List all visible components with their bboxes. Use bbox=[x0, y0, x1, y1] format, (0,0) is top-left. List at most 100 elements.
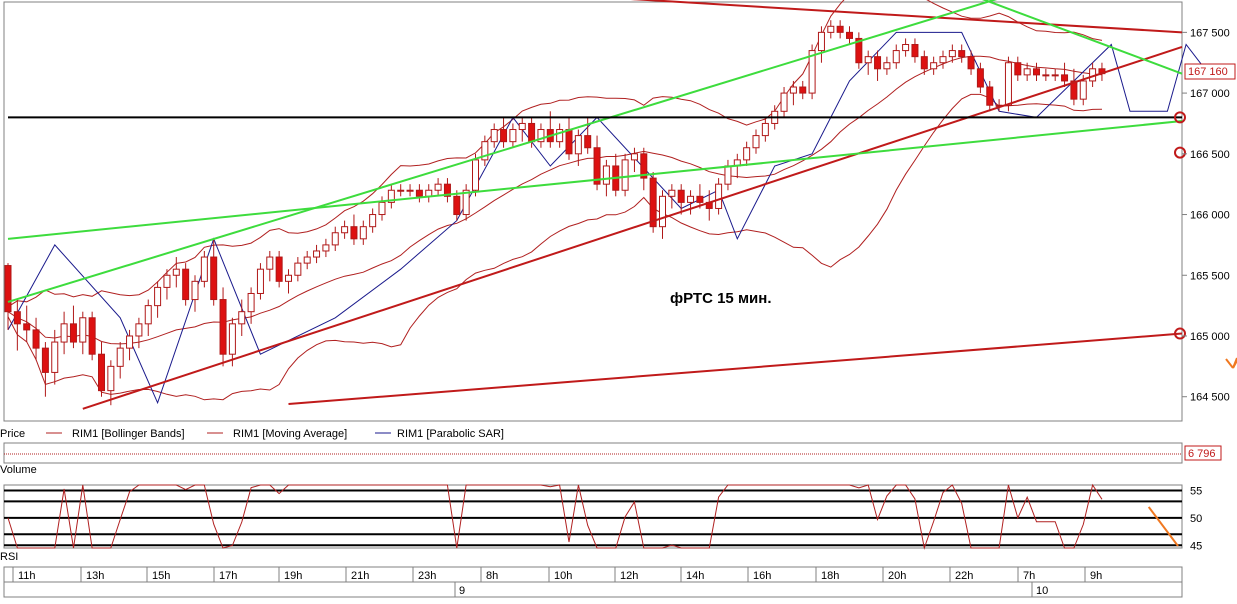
candle-body bbox=[630, 153, 638, 161]
price-tick-label: 166 000 bbox=[1190, 210, 1230, 222]
time-tick-label: 22h bbox=[955, 570, 973, 582]
candle-body bbox=[817, 31, 825, 52]
candle-body bbox=[687, 195, 695, 203]
candle-body bbox=[677, 189, 685, 203]
candle-body bbox=[574, 135, 582, 155]
chart-svg: 164 500 165 000 165 500 166 000 166 500 167 0… bbox=[0, 0, 1237, 598]
rsi-tick-label: 50 bbox=[1190, 513, 1202, 525]
candle-body bbox=[341, 226, 349, 234]
candle-body bbox=[696, 195, 704, 203]
volume-panel-frame bbox=[3, 442, 1183, 464]
rsi-tick-label: 55 bbox=[1190, 485, 1202, 497]
candle-body bbox=[565, 129, 573, 155]
time-tick-label: 18h bbox=[821, 570, 839, 582]
candle-body bbox=[182, 268, 190, 301]
candle-body bbox=[948, 50, 956, 58]
legend-price-label: Price bbox=[0, 428, 25, 440]
time-tick-label: 15h bbox=[152, 570, 170, 582]
candle-body bbox=[228, 323, 236, 355]
candle-body bbox=[724, 165, 732, 185]
time-tick-label: 11h bbox=[18, 570, 36, 582]
candle-body bbox=[116, 347, 124, 367]
time-tick-label: 20h bbox=[888, 570, 906, 582]
candle-body bbox=[892, 50, 900, 64]
candle-body bbox=[88, 317, 96, 355]
candle-body bbox=[322, 244, 330, 252]
candle-body bbox=[1014, 62, 1022, 76]
candle-body bbox=[256, 268, 264, 294]
candle-body bbox=[1051, 74, 1059, 77]
legend-item-moving-average: RIM1 [Moving Average] bbox=[233, 428, 347, 440]
candle-body bbox=[69, 323, 77, 343]
candle-body bbox=[976, 68, 984, 88]
time-tick-label: 12h bbox=[620, 570, 638, 582]
candle-body bbox=[144, 305, 152, 325]
candle-body bbox=[986, 86, 994, 106]
rsi-label: RSI bbox=[0, 551, 18, 563]
svg-text:167 160: 167 160 bbox=[1188, 66, 1228, 78]
candle-body bbox=[911, 44, 919, 58]
price-tick-label: 167 500 bbox=[1190, 27, 1230, 39]
candle-body bbox=[621, 159, 629, 191]
candle-body bbox=[275, 256, 283, 282]
candle-body bbox=[303, 256, 311, 264]
chart-annotation: фРТС 15 мин. bbox=[670, 290, 772, 307]
candle-body bbox=[79, 317, 87, 343]
candle-body bbox=[958, 50, 966, 58]
time-tick-label: 9h bbox=[1090, 570, 1102, 582]
candle-body bbox=[4, 265, 12, 313]
volume-label: Volume bbox=[0, 464, 37, 476]
candle-body bbox=[60, 323, 68, 343]
candle-body bbox=[967, 56, 975, 70]
candle-body bbox=[715, 183, 723, 209]
candle-body bbox=[743, 147, 751, 161]
time-tick-label: 13h bbox=[86, 570, 104, 582]
time-tick-label: 8h bbox=[486, 570, 498, 582]
candle-body bbox=[51, 341, 59, 373]
time-tick-label: 17h bbox=[219, 570, 237, 582]
day-tick-label: 9 bbox=[459, 585, 465, 597]
time-tick-label: 10h bbox=[554, 570, 572, 582]
volume-badge: 6 796 bbox=[1184, 445, 1222, 461]
legend-item-parabolic-sar: RIM1 [Parabolic SAR] bbox=[397, 428, 504, 440]
candle-body bbox=[154, 286, 162, 307]
candle-body bbox=[32, 329, 40, 349]
candle-body bbox=[509, 129, 517, 143]
time-tick-label: 23h bbox=[418, 570, 436, 582]
candle-body bbox=[472, 159, 479, 191]
candle-body bbox=[836, 25, 844, 33]
candle-body bbox=[238, 311, 246, 325]
candle-body bbox=[210, 256, 218, 301]
candle-body bbox=[453, 195, 461, 216]
candle-body bbox=[406, 189, 414, 192]
candle-body bbox=[23, 323, 31, 331]
candle-body bbox=[219, 299, 227, 355]
candle-body bbox=[1033, 68, 1040, 76]
candle-body bbox=[378, 201, 386, 216]
candle-body bbox=[434, 183, 442, 191]
candle-body bbox=[266, 256, 274, 270]
price-axis: 164 500 165 000 165 500 166 000 166 500 167 0… bbox=[1182, 27, 1230, 404]
candle-body bbox=[1061, 74, 1069, 82]
candle-body bbox=[761, 122, 769, 137]
projection-arrow bbox=[1232, 358, 1237, 369]
candle-body bbox=[285, 274, 292, 282]
candle-body bbox=[294, 262, 302, 276]
candle-body bbox=[1004, 62, 1012, 106]
time-tick-label: 19h bbox=[284, 570, 302, 582]
day-tick-label: 10 bbox=[1036, 585, 1048, 597]
candle-body bbox=[930, 62, 938, 70]
candle-body bbox=[359, 226, 367, 240]
candle-body bbox=[1079, 80, 1087, 100]
candle-body bbox=[397, 189, 405, 192]
candle-body bbox=[200, 256, 208, 282]
candle-body bbox=[415, 189, 423, 197]
candle-body bbox=[939, 56, 947, 64]
candle-body bbox=[584, 135, 592, 149]
candle-body bbox=[752, 135, 760, 149]
price-tick-label: 167 000 bbox=[1190, 88, 1230, 100]
legend: Price RIM1 [Bollinger Bands] RIM1 [Movin… bbox=[0, 428, 504, 440]
candle-body bbox=[247, 292, 255, 313]
candle-body bbox=[864, 56, 872, 64]
candle-body bbox=[883, 62, 891, 70]
